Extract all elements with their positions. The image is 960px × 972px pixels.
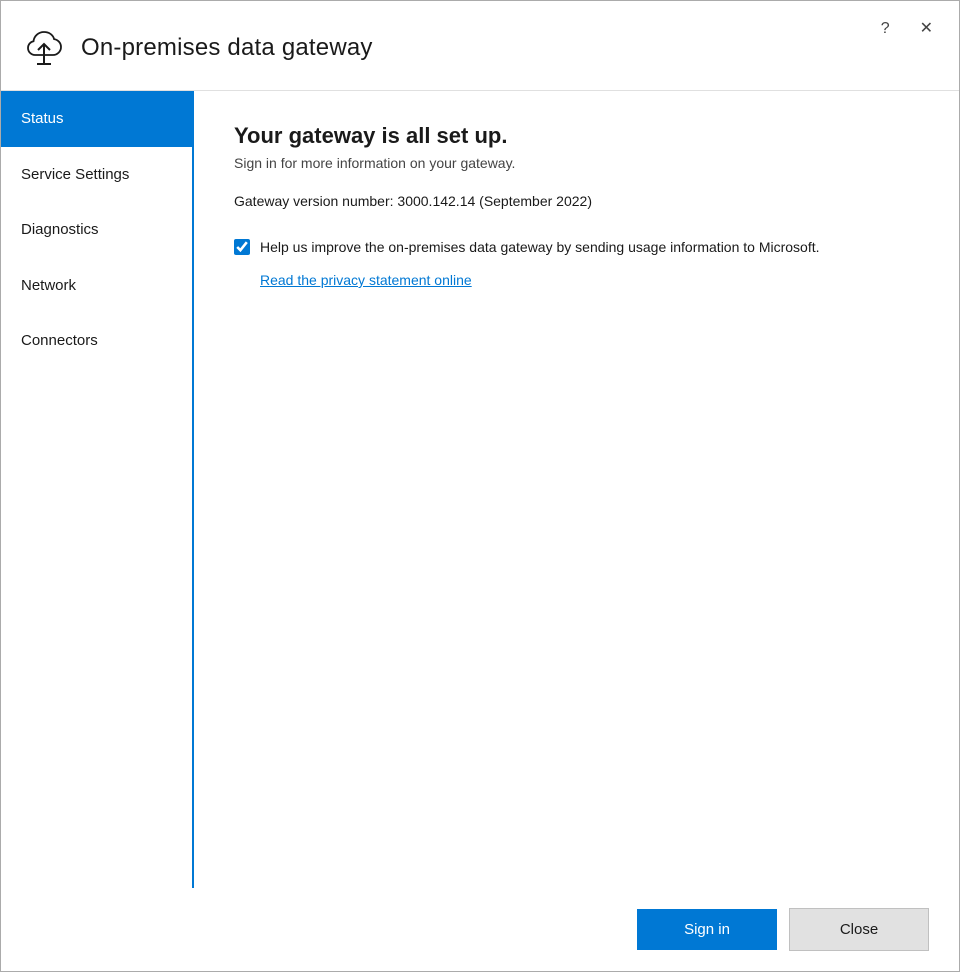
improve-checkbox-row: Help us improve the on-premises data gat…	[234, 237, 919, 260]
sidebar-item-diagnostics[interactable]: Diagnostics	[1, 202, 192, 258]
main-content: Status Service Settings Diagnostics Netw…	[1, 91, 959, 888]
main-window: On-premises data gateway ? ✕ Status Serv…	[0, 0, 960, 972]
help-button[interactable]: ?	[875, 19, 896, 39]
content-area: Your gateway is all set up. Sign in for …	[194, 91, 959, 888]
version-text: Gateway version number: 3000.142.14 (Sep…	[234, 193, 919, 209]
cloud-gateway-icon	[21, 28, 67, 68]
title-left: On-premises data gateway	[21, 28, 373, 68]
improve-checkbox[interactable]	[234, 239, 250, 255]
status-title: Your gateway is all set up.	[234, 123, 919, 149]
sidebar-item-network[interactable]: Network	[1, 258, 192, 314]
sidebar-item-status[interactable]: Status	[1, 91, 192, 147]
close-button[interactable]: Close	[789, 908, 929, 951]
signin-button[interactable]: Sign in	[637, 909, 777, 950]
window-title: On-premises data gateway	[81, 34, 373, 62]
improve-checkbox-label[interactable]: Help us improve the on-premises data gat…	[260, 237, 820, 258]
privacy-link[interactable]: Read the privacy statement online	[260, 272, 919, 288]
footer: Sign in Close	[1, 888, 959, 971]
window-close-button[interactable]: ✕	[914, 19, 939, 39]
sidebar-item-connectors[interactable]: Connectors	[1, 313, 192, 369]
sidebar: Status Service Settings Diagnostics Netw…	[1, 91, 194, 888]
sidebar-item-service-settings[interactable]: Service Settings	[1, 147, 192, 203]
title-controls: ? ✕	[875, 19, 939, 59]
status-subtitle: Sign in for more information on your gat…	[234, 155, 919, 171]
improve-checkbox-wrapper[interactable]	[234, 239, 250, 260]
title-bar: On-premises data gateway ? ✕	[1, 1, 959, 91]
